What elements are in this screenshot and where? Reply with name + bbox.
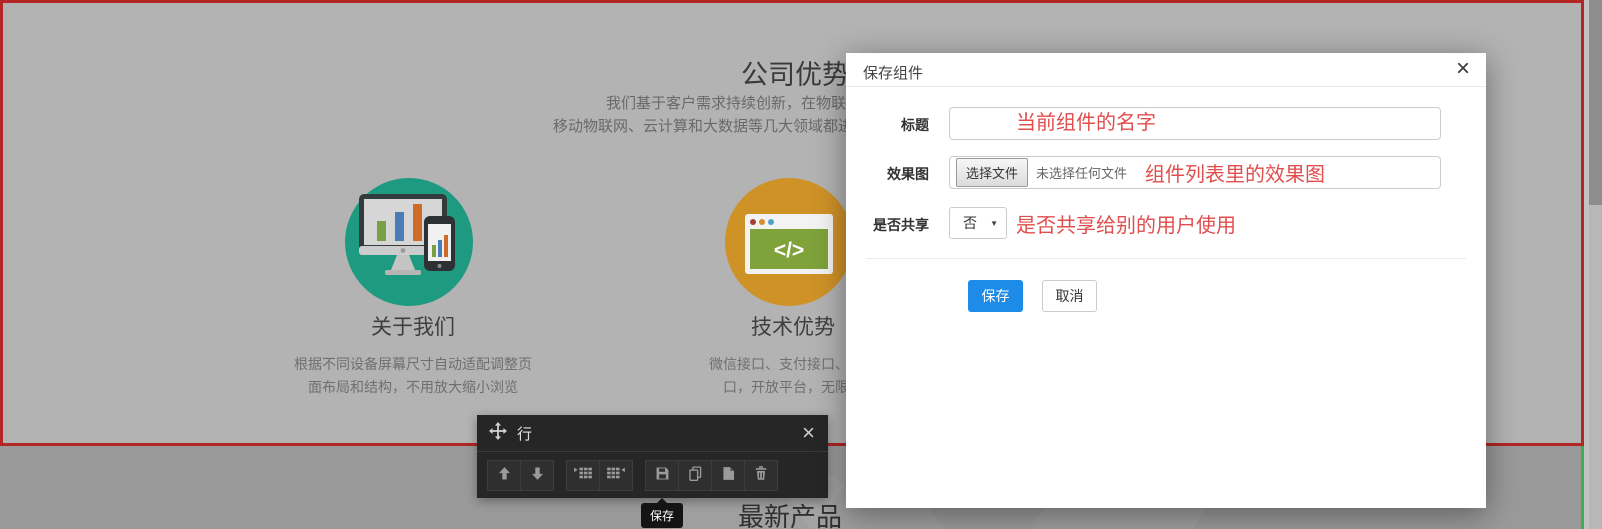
row-toolbar-header: 行 × [477, 415, 828, 452]
share-selected-value: 否 [963, 213, 990, 233]
row-toolbar-title: 行 [517, 423, 532, 444]
dialog-header: 保存组件 × [846, 53, 1486, 87]
paste-row-button[interactable] [711, 460, 745, 491]
dialog-divider [866, 258, 1466, 259]
row-toolbar: 行 × [477, 415, 828, 498]
feature1-desc-line2: 面布局和结构，不用放大缩小浏览 [243, 376, 583, 399]
save-tooltip: 保存 [641, 503, 683, 528]
paste-icon [720, 465, 737, 487]
preview-file-input[interactable]: 选择文件 未选择任何文件 组件列表里的效果图 [949, 156, 1441, 189]
preview-field-label: 效果图 [861, 164, 929, 184]
svg-text:</>: </> [774, 239, 804, 262]
next-section-border [1581, 446, 1584, 529]
choose-file-button[interactable]: 选择文件 [956, 158, 1028, 187]
scrollbar-thumb[interactable] [1589, 0, 1602, 205]
arrow-up-icon [496, 465, 513, 487]
insert-row-before-button[interactable] [566, 460, 600, 491]
close-icon[interactable]: × [802, 419, 815, 447]
feature1-desc-line1: 根据不同设备屏幕尺寸自动适配调整页 [243, 353, 583, 376]
insert-row-after-icon [607, 465, 625, 486]
feature2-circle: </> [725, 178, 853, 306]
insert-row-after-button[interactable] [599, 460, 633, 491]
move-up-button[interactable] [487, 460, 521, 491]
copy-row-button[interactable] [678, 460, 712, 491]
move-down-button[interactable] [520, 460, 554, 491]
feature1-title: 关于我们 [243, 311, 583, 341]
delete-row-button[interactable] [744, 460, 778, 491]
move-icon[interactable] [489, 422, 507, 445]
delete-icon [753, 465, 769, 486]
title-input[interactable]: 当前组件的名字 [949, 107, 1441, 140]
cancel-button[interactable]: 取消 [1042, 280, 1097, 312]
preview-annotation: 组件列表里的效果图 [1145, 158, 1325, 187]
code-window-icon: </> [725, 293, 853, 310]
close-icon[interactable]: × [1456, 55, 1470, 83]
file-status-text: 未选择任何文件 [1036, 163, 1127, 182]
dialog-title: 保存组件 [863, 62, 923, 83]
share-field-label: 是否共享 [861, 215, 929, 235]
section-intro-line1: 我们基于客户需求持续创新，在物联 [606, 92, 846, 113]
save-component-dialog: 保存组件 × 标题 当前组件的名字 效果图 选择文件 未选择任何文件 组件列表里… [846, 53, 1486, 508]
title-annotation: 当前组件的名字 [1016, 112, 1156, 134]
save-button[interactable]: 保存 [968, 280, 1023, 312]
scrollbar-track[interactable] [1589, 0, 1602, 529]
title-field-label: 标题 [861, 115, 929, 135]
monitor-chart-icon [345, 293, 473, 310]
save-icon [654, 465, 671, 487]
section-intro-line2: 移动物联网、云计算和大数据等几大领域都进 [553, 115, 853, 136]
share-annotation: 是否共享给别的用户使用 [1016, 209, 1236, 238]
insert-row-before-icon [574, 465, 592, 486]
share-select[interactable]: 否 ▼ [949, 207, 1007, 239]
copy-icon [687, 465, 704, 487]
save-row-button[interactable] [645, 460, 679, 491]
chevron-down-icon: ▼ [990, 219, 998, 228]
feature1-block: 关于我们 根据不同设备屏幕尺寸自动适配调整页 面布局和结构，不用放大缩小浏览 [243, 311, 583, 399]
feature1-circle [345, 178, 473, 306]
arrow-down-icon [529, 465, 546, 487]
